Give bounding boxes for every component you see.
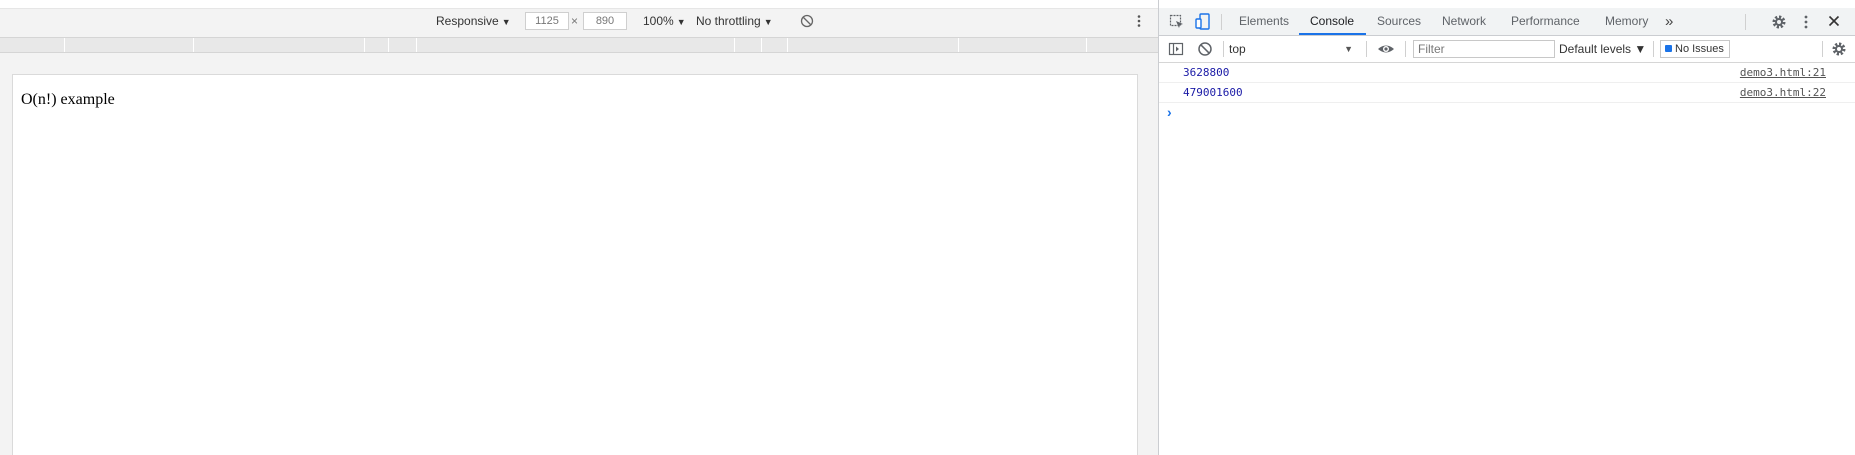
log-source-link[interactable]: demo3.html:21: [1740, 66, 1826, 79]
throttling-select[interactable]: No throttling ▼: [696, 9, 773, 33]
console-log-row: 3628800 demo3.html:21: [1159, 63, 1855, 83]
customize-menu-icon[interactable]: [1803, 14, 1809, 33]
media-query-tick: [388, 38, 389, 52]
rotate-icon[interactable]: [800, 14, 814, 31]
emulated-viewport[interactable]: O(n!) example: [12, 74, 1138, 455]
tab-elements[interactable]: Elements: [1239, 8, 1289, 35]
toolbar-separator: [1405, 41, 1406, 57]
tab-performance[interactable]: Performance: [1511, 8, 1580, 35]
device-select-label: Responsive: [436, 14, 499, 28]
context-select[interactable]: top ▼: [1229, 41, 1359, 57]
height-input[interactable]: 890: [583, 12, 627, 30]
toolbar-separator: [1366, 41, 1367, 57]
filter-input[interactable]: Filter: [1413, 40, 1555, 58]
media-query-tick: [193, 38, 194, 52]
inspect-element-icon[interactable]: [1169, 14, 1185, 33]
media-query-tick: [1086, 38, 1087, 52]
device-emulation-pane: Responsive ▼ 1125 × 890 100% ▼ No throttli…: [0, 0, 1158, 455]
toolbar-separator: [1653, 41, 1654, 57]
close-icon[interactable]: [1828, 15, 1840, 30]
live-expression-eye-icon[interactable]: [1377, 41, 1395, 60]
media-query-tick: [958, 38, 959, 52]
console-toolbar: top ▼ Filter Default levels ▼ No Issues: [1159, 36, 1855, 63]
issues-label: No Issues: [1675, 43, 1724, 55]
toolbar-separator: [1221, 14, 1222, 30]
chevron-down-icon: ▼: [501, 17, 511, 27]
media-query-tick: [761, 38, 762, 52]
devtools-tabbar: Elements Console Sources Network Perform…: [1159, 8, 1855, 36]
clear-console-icon[interactable]: [1197, 41, 1213, 60]
chevron-down-icon: ▼: [1344, 44, 1353, 54]
media-query-tick: [364, 38, 365, 52]
toolbar-separator: [1822, 41, 1823, 57]
tab-memory[interactable]: Memory: [1605, 8, 1648, 35]
media-query-tick: [64, 38, 65, 52]
issues-button[interactable]: No Issues: [1660, 40, 1730, 58]
device-toolbar: Responsive ▼ 1125 × 890 100% ▼ No throttli…: [0, 9, 1158, 33]
width-input[interactable]: 1125: [525, 12, 569, 30]
tab-sources[interactable]: Sources: [1377, 8, 1421, 35]
top-strip: [0, 0, 1158, 9]
chevron-down-icon: ▼: [763, 17, 773, 27]
issues-flag-icon: [1665, 45, 1672, 52]
log-message: 3628800: [1183, 66, 1230, 79]
times-sign: ×: [571, 14, 579, 28]
media-query-tick: [416, 38, 417, 52]
zoom-select[interactable]: 100% ▼: [643, 9, 686, 33]
console-prompt[interactable]: ›: [1167, 104, 1172, 120]
zoom-select-label: 100%: [643, 14, 674, 28]
device-select[interactable]: Responsive ▼: [436, 9, 511, 33]
settings-gear-icon[interactable]: [1771, 14, 1787, 33]
log-source-link[interactable]: demo3.html:22: [1740, 86, 1826, 99]
more-tabs-icon[interactable]: »: [1665, 8, 1673, 35]
page-heading-text: O(n!) example: [21, 91, 115, 108]
chevron-down-icon: ▼: [676, 17, 686, 27]
throttling-select-label: No throttling: [696, 14, 761, 28]
device-toolbar-toggle-icon[interactable]: [1195, 13, 1211, 33]
log-levels-select[interactable]: Default levels ▼: [1559, 41, 1646, 57]
devtools-panel: Elements Console Sources Network Perform…: [1158, 0, 1855, 455]
context-select-label: top: [1229, 42, 1246, 56]
media-query-bar[interactable]: [0, 37, 1158, 53]
tab-network[interactable]: Network: [1442, 8, 1486, 35]
tab-console[interactable]: Console: [1310, 8, 1354, 35]
toolbar-separator: [1223, 41, 1224, 57]
more-options-icon[interactable]: [1134, 14, 1144, 28]
console-log-row: 479001600 demo3.html:22: [1159, 83, 1855, 103]
media-query-tick: [787, 38, 788, 52]
log-message: 479001600: [1183, 86, 1243, 99]
active-tab-indicator: [1299, 33, 1366, 35]
toolbar-separator: [1745, 14, 1746, 30]
console-settings-gear-icon[interactable]: [1831, 41, 1847, 60]
media-query-tick: [734, 38, 735, 52]
sidebar-toggle-icon[interactable]: [1168, 41, 1184, 60]
